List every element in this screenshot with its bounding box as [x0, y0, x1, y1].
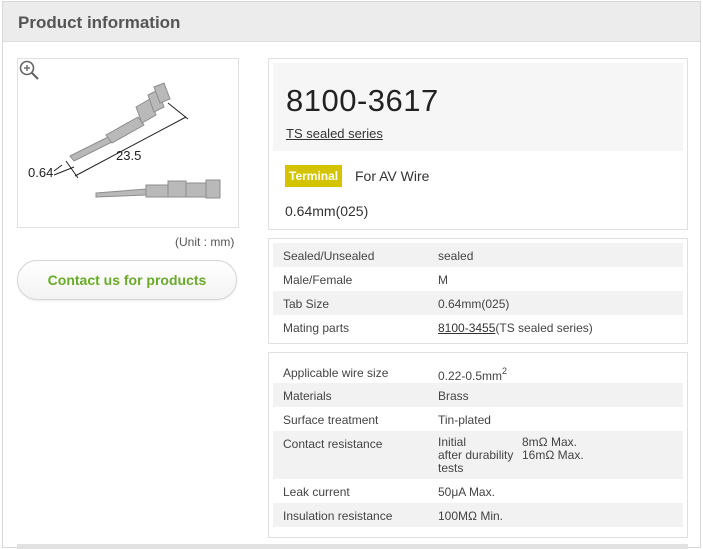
after-tests-value: 16mΩ Max. [522, 448, 584, 462]
spec-row-wire-size: Applicable wire size 0.22-0.5mm2 [273, 357, 683, 383]
spec-row-surface: Surface treatment Tin-plated [273, 407, 683, 431]
product-summary: 8100-3617 TS sealed series Terminal For … [268, 58, 688, 230]
spec-value: sealed [438, 249, 474, 263]
zoom-icon[interactable] [18, 59, 40, 81]
spec-row-leak-current: Leak current 50μA Max. [273, 479, 683, 503]
spec-row-gender: Male/Female M [273, 267, 683, 291]
bottom-divider [17, 544, 688, 549]
spec-value: 0.64mm(025) [438, 297, 510, 311]
after-tests-label: after durability tests [438, 448, 514, 475]
spec-row-insulation: Insulation resistance 100MΩ Min. [273, 503, 683, 527]
category-badge: Terminal [285, 165, 343, 187]
contact-us-button[interactable]: Contact us for products [17, 260, 237, 300]
mating-part-link[interactable]: 8100-3455 [438, 321, 495, 335]
spec-key: Applicable wire size [283, 366, 389, 380]
dimension-label-length: 23.5 [116, 148, 141, 163]
spec-table-detail: Applicable wire size 0.22-0.5mm2 Materia… [268, 352, 688, 538]
spec-value: 0.22-0.5mm2 [438, 366, 508, 383]
spec-row-tab-size: Tab Size 0.64mm(025) [273, 291, 683, 315]
dimension-label-width: 0.64 [28, 165, 53, 180]
spec-value: M [438, 273, 448, 287]
spec-key: Male/Female [283, 273, 353, 287]
series-link[interactable]: TS sealed series [286, 126, 383, 141]
spec-key: Contact resistance [283, 437, 383, 451]
spec-key: Mating parts [283, 321, 350, 335]
spec-key: Tab Size [283, 297, 330, 311]
product-size: 0.64mm(025) [285, 203, 369, 219]
spec-key: Sealed/Unsealed [283, 249, 375, 263]
spec-key: Materials [283, 389, 332, 403]
spec-value: 100MΩ Min. [438, 509, 503, 523]
section-title: Product information [18, 13, 181, 32]
spec-table-basic: Sealed/Unsealed sealed Male/Female M Tab… [268, 238, 688, 344]
spec-value: Brass [438, 389, 469, 403]
mating-part-series: (TS sealed series) [495, 321, 593, 335]
product-title-area: 8100-3617 TS sealed series [273, 63, 683, 151]
spec-key: Insulation resistance [283, 509, 393, 523]
spec-value: Tin-plated [438, 413, 491, 427]
category-description: For AV Wire [355, 168, 430, 184]
spec-row-mating-parts: Mating parts 8100-3455(TS sealed series) [273, 315, 683, 339]
spec-key: Leak current [283, 485, 350, 499]
spec-value: 50μA Max. [438, 485, 495, 499]
spec-key: Surface treatment [283, 413, 379, 427]
section-header: Product information [3, 2, 700, 42]
part-number: 8100-3617 [286, 83, 439, 118]
spec-value: 8100-3455(TS sealed series) [438, 321, 593, 335]
spec-row-materials: Materials Brass [273, 383, 683, 407]
unit-note: (Unit : mm) [175, 235, 235, 249]
product-info-panel: Product information 23.5 0.64 (Unit: mm… [2, 1, 701, 549]
terminal-drawing: 23.5 0.64 [28, 82, 221, 199]
product-image[interactable]: 23.5 0.64 [17, 58, 239, 228]
spec-row-contact-resistance: Contact resistance Initial 8mΩ Max. afte… [273, 431, 683, 479]
spec-row-sealed: Sealed/Unsealed sealed [273, 243, 683, 267]
